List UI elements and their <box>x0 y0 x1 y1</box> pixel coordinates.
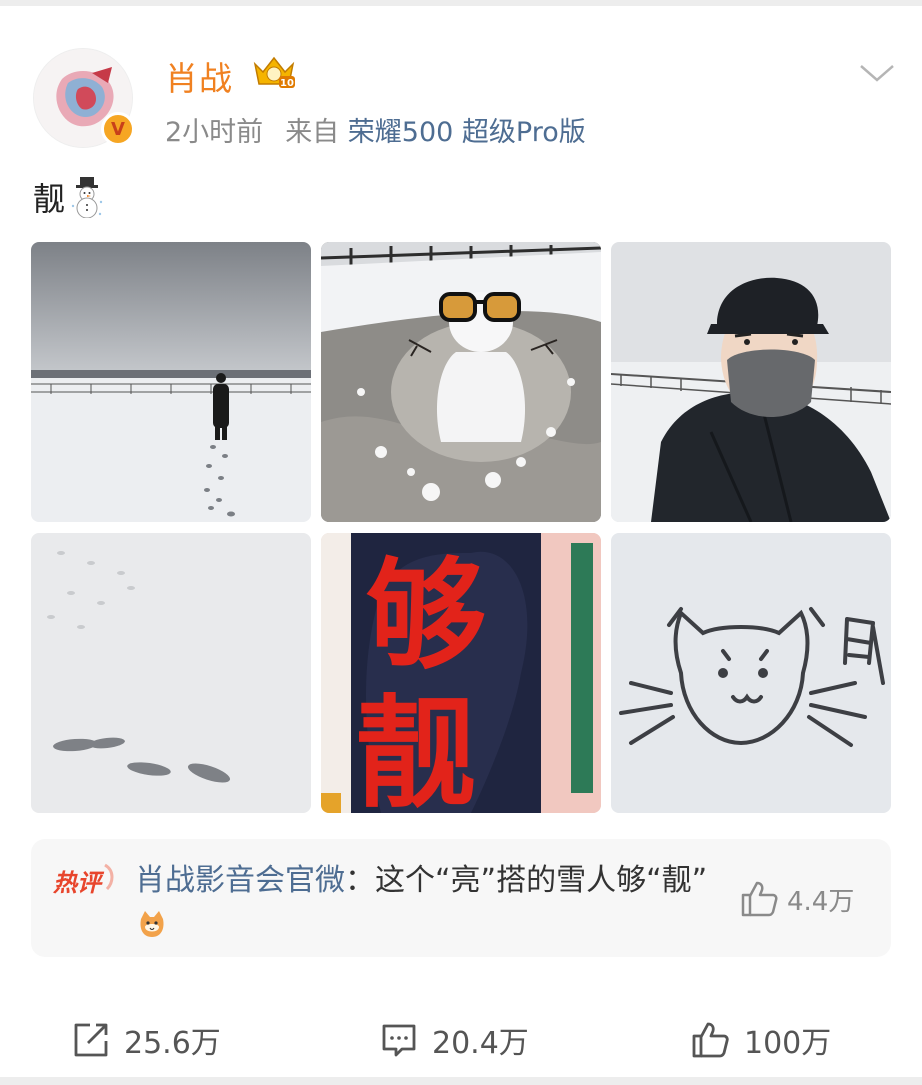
repost-button[interactable]: 25.6万 <box>72 1018 221 1062</box>
hot-comment-body: 这个“亮”搭的雪人够“靓” <box>375 863 708 898</box>
thumbs-up-icon <box>692 1022 729 1058</box>
chevron-down-icon[interactable] <box>858 60 896 86</box>
verified-badge: V <box>101 112 135 146</box>
masked-selfie-photo[interactable] <box>611 242 891 522</box>
comment-icon <box>382 1024 416 1057</box>
post-meta: 2小时前 来自 荣耀500 超级Pro版 <box>165 110 586 149</box>
footprints-photo[interactable] <box>31 533 311 813</box>
post-text: 靓 <box>33 174 105 220</box>
repost-count: 25.6万 <box>124 1026 221 1061</box>
hot-comment-like-count: 4.4万 <box>787 886 855 917</box>
cat-face-icon <box>140 911 164 937</box>
comment-count: 20.4万 <box>432 1026 529 1061</box>
post-source[interactable]: 荣耀500 超级Pro版 <box>348 117 586 148</box>
hot-comment[interactable]: 热评 肖战影音会官微：这个“亮”搭的雪人够“靓” 4.4万 <box>31 839 891 957</box>
repost-icon <box>74 1023 108 1057</box>
member-crown-icon[interactable]: 10 <box>251 54 297 90</box>
author-name[interactable]: 肖战 <box>165 52 233 100</box>
post-time: 2小时前 <box>165 117 264 148</box>
red-character-top: 够 <box>366 547 486 686</box>
thumbs-up-icon <box>741 881 778 917</box>
hot-comment-text: 肖战影音会官微：这个“亮”搭的雪人够“靓” <box>135 859 725 947</box>
comment-button[interactable]: 20.4万 <box>380 1018 529 1062</box>
snowman-sunglasses-photo[interactable] <box>321 242 601 522</box>
hot-comment-badge: 热评 <box>53 863 114 897</box>
snow-field-person-photo[interactable] <box>31 242 311 522</box>
snowman-icon <box>71 177 103 218</box>
weibo-post-card: V 肖战 10 2小时前 来自 荣耀500 超级Pro版 靓 够 靓 热评 肖战… <box>0 6 922 1077</box>
hot-comment-like[interactable]: 4.4万 <box>739 879 854 919</box>
snow-cat-drawing-photo[interactable] <box>611 533 891 813</box>
hot-comment-badge-text: 热评 <box>53 869 105 897</box>
image-grid: 够 靓 <box>31 242 891 813</box>
from-label: 来自 <box>285 117 340 148</box>
hot-comment-colon: ： <box>345 863 375 898</box>
hot-comment-author[interactable]: 肖战影音会官微 <box>135 863 345 898</box>
post-text-content: 靓 <box>33 180 66 218</box>
red-character-bottom: 靓 <box>356 685 476 813</box>
like-button[interactable]: 100万 <box>690 1018 831 1062</box>
red-characters-photo[interactable]: 够 靓 <box>321 533 601 813</box>
like-count: 100万 <box>744 1026 832 1061</box>
svg-text:10: 10 <box>280 78 294 89</box>
post-actions: 25.6万 20.4万 100万 <box>0 1006 922 1072</box>
